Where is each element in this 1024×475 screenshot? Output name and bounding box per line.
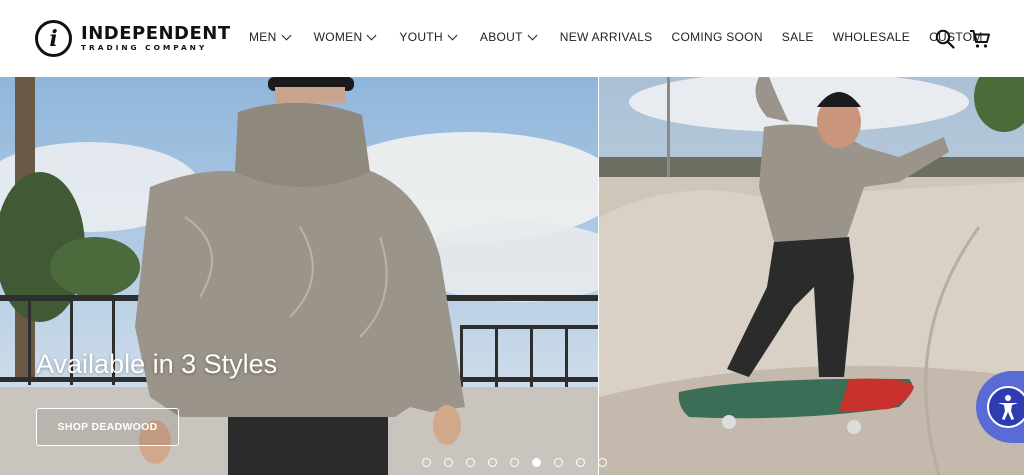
carousel-dot[interactable] [510,458,519,467]
cart-icon[interactable] [969,29,991,49]
chevron-down-icon [527,30,538,40]
logo-text: INDEPENDENT TRADING COMPANY [81,22,231,53]
nav-item-label: YOUTH [399,30,443,44]
nav-item-label: ABOUT [479,30,523,44]
logo-mark: i [35,20,72,57]
nav-item-new-arrivals[interactable]: NEW ARRIVALS [560,30,653,44]
carousel-dots [422,458,620,467]
nav-item-label: MEN [249,30,277,44]
nav-item-about[interactable]: ABOUT [479,30,538,44]
carousel-dot[interactable] [422,458,431,467]
hero-photo-skater-grind [599,77,1024,475]
nav-item-men[interactable]: MEN [249,30,292,44]
nav-item-label: COMING SOON [671,30,763,44]
carousel-dot[interactable] [466,458,475,467]
nav-item-youth[interactable]: YOUTH [399,30,458,44]
nav-item-label: NEW ARRIVALS [559,30,653,44]
chevron-down-icon [447,30,458,40]
main-nav: MEN WOMEN YOUTH ABOUT NEW ARRIVALS COMIN… [249,30,983,44]
nav-item-sale[interactable]: SALE [782,30,814,44]
nav-item-coming-soon[interactable]: COMING SOON [671,30,762,44]
brand-tagline: TRADING COMPANY [81,42,208,52]
hero-image-right [599,77,1024,475]
carousel-dot[interactable] [554,458,563,467]
nav-item-label: WHOLESALE [832,30,911,44]
search-icon[interactable] [935,29,955,49]
nav-item-women[interactable]: WOMEN [313,30,377,44]
site-header: i INDEPENDENT TRADING COMPANY MEN WOMEN … [0,0,1024,77]
shop-deadwood-button[interactable]: SHOP DEADWOOD [36,408,179,446]
nav-item-label: WOMEN [313,30,363,44]
carousel-dot-active[interactable] [532,458,541,467]
hero-image-left: Available in 3 Styles SHOP DEADWOOD [0,77,598,475]
chevron-down-icon [366,30,377,40]
brand-logo[interactable]: i INDEPENDENT TRADING COMPANY [35,20,231,57]
carousel-dot[interactable] [444,458,453,467]
accessibility-icon [987,386,1024,428]
chevron-down-icon [281,30,292,40]
nav-item-wholesale[interactable]: WHOLESALE [833,30,910,44]
carousel-dot[interactable] [598,458,607,467]
brand-name: INDEPENDENT [81,22,231,44]
nav-item-label: SALE [781,30,814,44]
hero-title: Available in 3 Styles [36,349,278,379]
carousel-dot[interactable] [488,458,497,467]
hero-carousel: Available in 3 Styles SHOP DEADWOOD [0,77,1024,475]
carousel-dot[interactable] [576,458,585,467]
